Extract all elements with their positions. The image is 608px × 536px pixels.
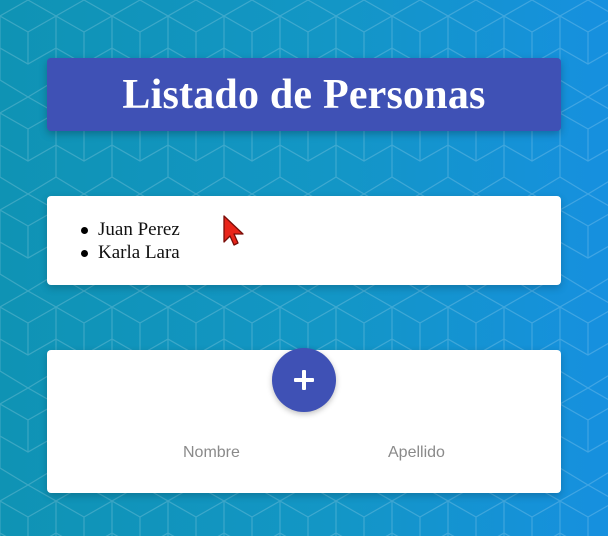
list-item: Juan Perez bbox=[81, 218, 180, 241]
mouse-cursor-icon bbox=[223, 215, 244, 246]
bullet-icon bbox=[81, 227, 88, 234]
person-name: Karla Lara bbox=[98, 242, 180, 263]
persons-list-card: Juan Perez Karla Lara bbox=[47, 196, 561, 285]
plus-icon bbox=[294, 370, 314, 390]
page-title: Listado de Personas bbox=[122, 71, 486, 118]
apellido-field[interactable]: Apellido bbox=[388, 444, 445, 462]
add-person-button[interactable] bbox=[272, 348, 336, 412]
nombre-field[interactable]: Nombre bbox=[183, 444, 240, 462]
header-card: Listado de Personas bbox=[47, 58, 561, 131]
person-name: Juan Perez bbox=[98, 219, 180, 240]
list-item: Karla Lara bbox=[81, 241, 180, 264]
persons-list: Juan Perez Karla Lara bbox=[81, 218, 180, 264]
bullet-icon bbox=[81, 250, 88, 257]
add-person-card: Nombre Apellido bbox=[47, 348, 561, 493]
